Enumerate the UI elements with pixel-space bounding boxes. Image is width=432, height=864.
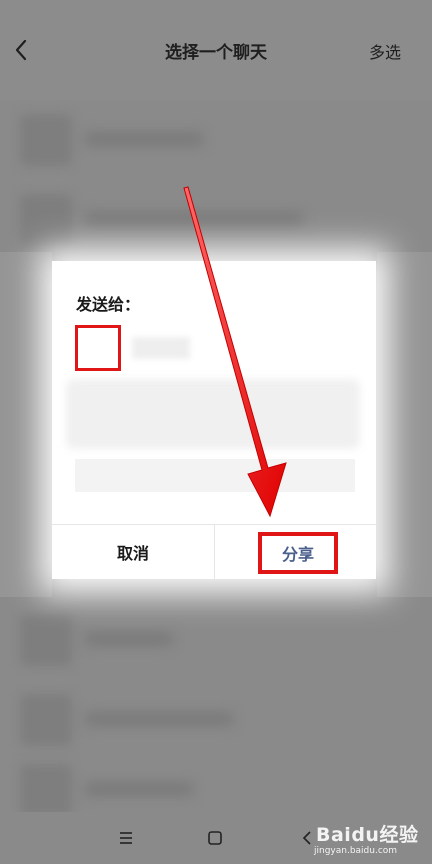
share-preview-card	[66, 379, 360, 449]
recipient-name	[132, 337, 190, 359]
avatar	[20, 194, 72, 246]
system-nav-bar: Baidu经验 jingyan.baidu.com	[0, 812, 432, 864]
list-item[interactable]	[0, 600, 432, 680]
list-item-name	[84, 782, 194, 796]
dialog-title: 发送给：	[76, 295, 141, 314]
page-title: 选择一个聊天	[165, 43, 267, 63]
list-item-name	[84, 632, 174, 646]
top-bar: 选择一个聊天 多选	[0, 0, 432, 100]
avatar	[20, 614, 72, 666]
watermark-brand: Baidu经验	[316, 824, 419, 846]
list-item-name	[84, 212, 304, 226]
watermark-url: jingyan.baidu.com	[314, 846, 398, 856]
back-button[interactable]	[12, 38, 32, 62]
list-item-name	[84, 132, 204, 146]
cancel-button[interactable]: 取消	[52, 525, 214, 579]
home-button[interactable]	[206, 829, 224, 847]
list-item[interactable]	[0, 680, 432, 760]
home-square-icon	[208, 831, 222, 845]
list-item[interactable]	[0, 100, 432, 180]
multi-select-button[interactable]: 多选	[369, 39, 401, 63]
chevron-left-icon	[15, 39, 27, 61]
avatar	[20, 694, 72, 746]
send-dialog: 发送给： 取消 分享	[52, 261, 376, 579]
menu-button[interactable]	[114, 830, 138, 848]
message-input[interactable]	[75, 459, 355, 492]
share-button[interactable]: 分享	[258, 532, 338, 574]
avatar	[20, 114, 72, 166]
list-item-name	[84, 712, 234, 726]
divider	[214, 524, 215, 579]
menu-icon	[120, 832, 132, 844]
baidu-watermark: Baidu经验 jingyan.baidu.com	[312, 818, 430, 862]
avatar	[20, 764, 72, 816]
recipient-avatar	[75, 325, 121, 371]
